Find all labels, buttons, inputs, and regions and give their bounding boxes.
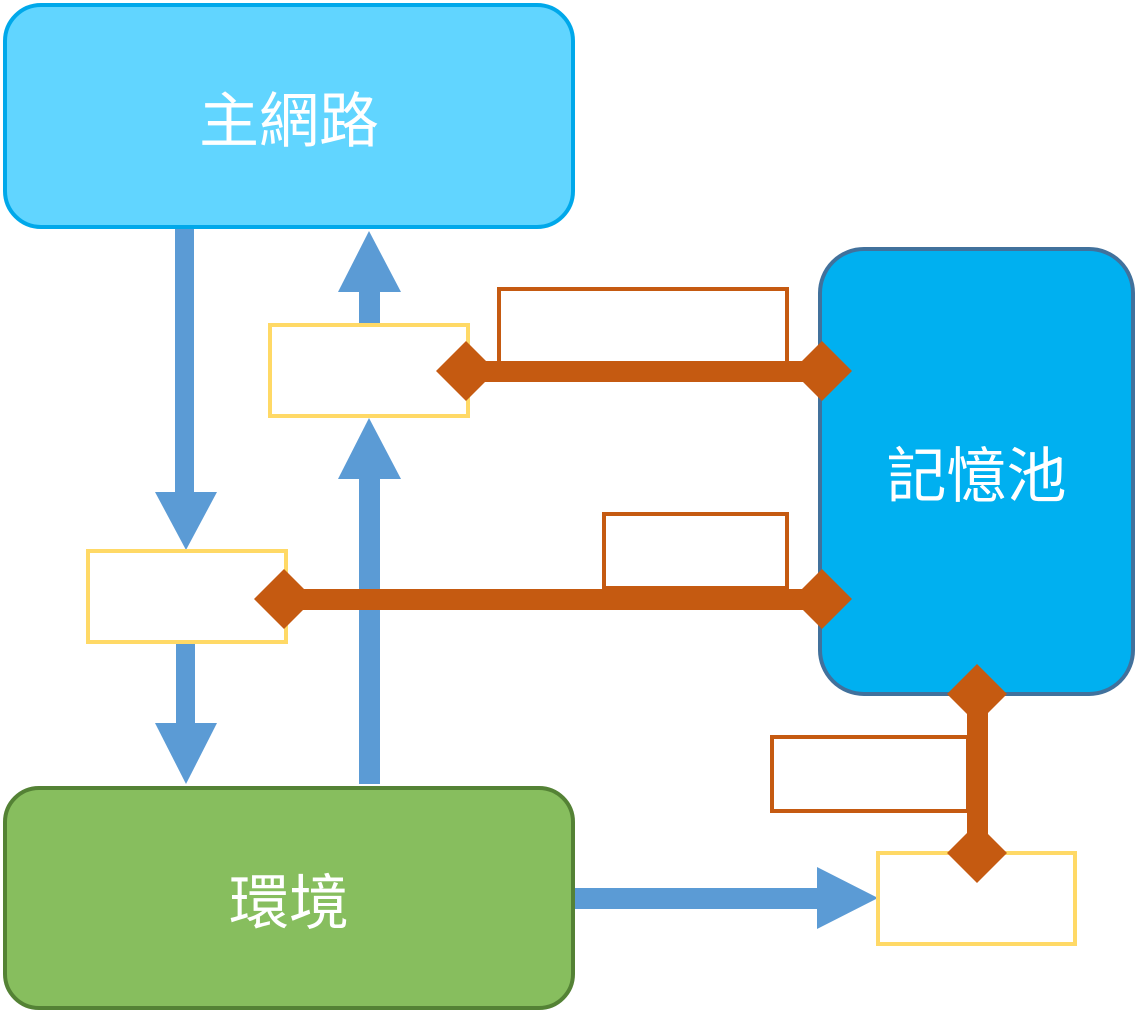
memory-link-top-start-diamond bbox=[436, 341, 496, 401]
memory-link-middle-start-diamond bbox=[254, 569, 314, 629]
memory-link-bottom-start-diamond bbox=[947, 664, 1007, 724]
memory-link-middle-line bbox=[284, 589, 822, 610]
memory-link-middle-end-diamond bbox=[792, 569, 852, 629]
memory-link-top-end-diamond bbox=[792, 341, 852, 401]
memory-links bbox=[254, 341, 1007, 883]
memory-link-top-line bbox=[466, 361, 822, 382]
memory-link-bottom-end-diamond bbox=[947, 823, 1007, 883]
